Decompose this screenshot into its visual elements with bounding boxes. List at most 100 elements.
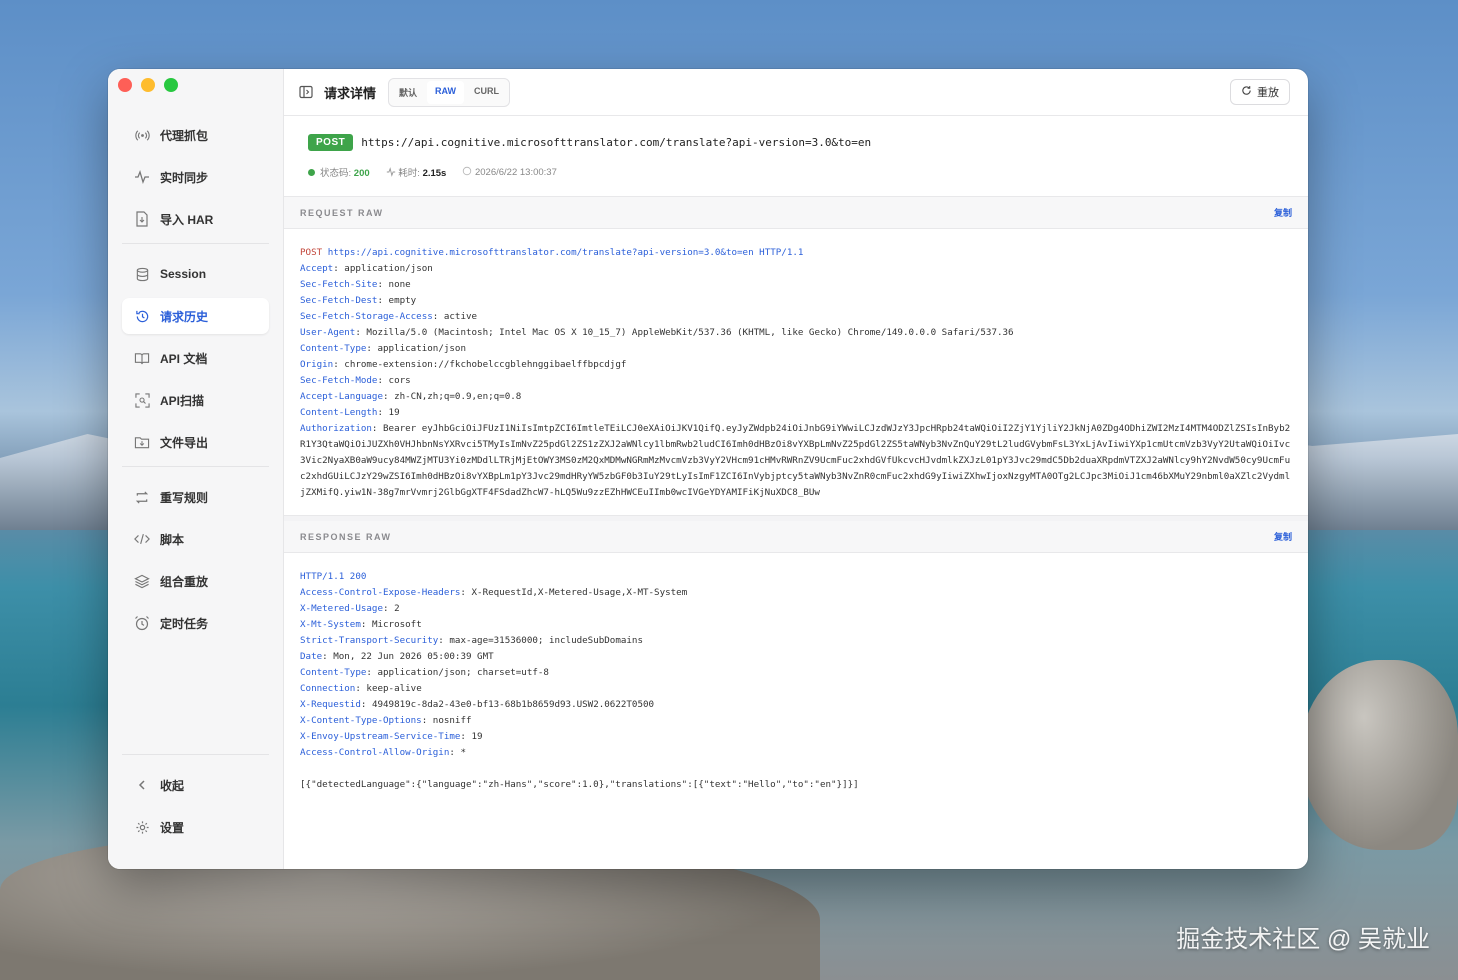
- raw-line: X-Mt-System: Microsoft: [300, 619, 422, 630]
- sidebar-item-3[interactable]: Session: [122, 256, 269, 292]
- view-mode-tabs: 默认 RAW CURL: [388, 77, 511, 107]
- raw-line: POST https://api.cognitive.microsofttran…: [300, 247, 804, 258]
- close-window-button[interactable]: [118, 78, 132, 92]
- sidebar-item-1[interactable]: 实时同步: [122, 159, 269, 195]
- page-title: 请求详情: [324, 85, 377, 101]
- raw-line: Access-Control-Expose-Headers: X-Request…: [300, 587, 688, 598]
- layers-icon: [134, 573, 150, 589]
- request-url: https://api.cognitive.microsofttranslato…: [361, 136, 872, 149]
- response-raw-header: RESPONSE RAW 复制: [284, 521, 1308, 553]
- status-dot-icon: [308, 169, 315, 176]
- raw-line: Strict-Transport-Security: max-age=31536…: [300, 635, 643, 646]
- response-raw-content: HTTP/1.1 200 Access-Control-Expose-Header…: [284, 553, 1308, 807]
- sidebar-item-10[interactable]: 组合重放: [122, 563, 269, 599]
- sidebar-item-label: 请求历史: [160, 309, 209, 324]
- raw-line: Authorization: Bearer eyJhbGciOiJFUzI1Ni…: [300, 423, 1291, 498]
- duration-info: 耗时: 2.15s: [386, 165, 447, 179]
- sidebar-item-11[interactable]: 定时任务: [122, 605, 269, 641]
- request-summary: POST https://api.cognitive.microsofttran…: [284, 116, 1308, 197]
- clock-icon: [463, 166, 472, 176]
- raw-line: Access-Control-Allow-Origin: *: [300, 747, 466, 758]
- sidebar-item-4[interactable]: 请求历史: [122, 298, 269, 334]
- refresh-icon: [1241, 85, 1252, 99]
- request-raw-header: REQUEST RAW 复制: [284, 197, 1308, 229]
- chevron-left-icon: [134, 777, 150, 793]
- request-raw-content: POST https://api.cognitive.microsofttran…: [284, 229, 1308, 515]
- raw-line: Sec-Fetch-Mode: cors: [300, 375, 411, 386]
- request-raw-title: REQUEST RAW: [300, 207, 384, 218]
- sidebar-item-0[interactable]: 代理抓包: [122, 117, 269, 153]
- app-window: 代理抓包实时同步导入 HAR Session 请求历史 API 文档 API扫描文件导出…: [108, 69, 1308, 869]
- sidebar-item-2[interactable]: 导入 HAR: [122, 201, 269, 237]
- raw-line: Sec-Fetch-Storage-Access: active: [300, 311, 478, 322]
- copy-request-button[interactable]: 复制: [1274, 206, 1292, 219]
- method-badge: POST: [308, 134, 354, 151]
- sidebar-item-label: 脚本: [160, 532, 185, 547]
- broadcast-icon: [134, 127, 150, 143]
- settings-button[interactable]: 设置: [122, 809, 269, 845]
- sidebar-item-label: 实时同步: [160, 170, 209, 185]
- copy-response-button[interactable]: 复制: [1274, 530, 1292, 543]
- book-icon: [134, 350, 150, 366]
- database-icon: [134, 266, 150, 282]
- watermark: 掘金技术社区 @ 吴就业: [1176, 926, 1430, 953]
- duration-value: 2.15s: [422, 168, 447, 179]
- settings-label: 设置: [160, 820, 185, 835]
- tab-curl[interactable]: CURL: [466, 81, 507, 104]
- raw-line: Origin: chrome-extension://fkchobelccgbl…: [300, 359, 627, 370]
- raw-line: Content-Length: 19: [300, 407, 400, 418]
- rewrite-icon: [134, 489, 150, 505]
- status-info: 状态码: 200: [308, 165, 370, 179]
- timestamp: 2026/6/22 13:00:37: [474, 167, 557, 178]
- tab-default[interactable]: 默认: [391, 81, 425, 104]
- zoom-window-button[interactable]: [164, 78, 178, 92]
- gear-icon: [134, 819, 150, 835]
- file-import-icon: [134, 211, 150, 227]
- sidebar-item-label: 重写规则: [160, 490, 209, 505]
- sidebar-footer: 收起 设置: [108, 748, 283, 851]
- response-raw-title: RESPONSE RAW: [300, 531, 392, 542]
- raw-line: User-Agent: Mozilla/5.0 (Macintosh; Inte…: [300, 327, 1014, 338]
- raw-line: Connection: keep-alive: [300, 683, 422, 694]
- raw-line: Content-Type: application/json; charset=…: [300, 667, 549, 678]
- code-icon: [134, 531, 150, 547]
- raw-line: HTTP/1.1 200: [300, 571, 367, 582]
- raw-line: Sec-Fetch-Dest: empty: [300, 295, 417, 306]
- toolbar: 请求详情 默认 RAW CURL 重放: [284, 69, 1308, 116]
- pulse-icon: [134, 169, 150, 185]
- raw-line: [{"detectedLanguage":{"language":"zh-Han…: [300, 779, 859, 790]
- status-code: 200: [353, 168, 370, 179]
- raw-line: X-Requestid: 4949819c-8da2-43e0-bf13-68b…: [300, 699, 655, 710]
- sidebar-item-8[interactable]: 重写规则: [122, 479, 269, 515]
- pulse-icon: [386, 167, 395, 177]
- replay-button[interactable]: 重放: [1230, 79, 1290, 105]
- sidebar-item-label: 文件导出: [160, 435, 209, 450]
- history-icon: [134, 308, 150, 324]
- sidebar: 代理抓包实时同步导入 HAR Session 请求历史 API 文档 API扫描文件导出…: [108, 69, 284, 869]
- raw-line: Sec-Fetch-Site: none: [300, 279, 411, 290]
- raw-line: X-Content-Type-Options: nosniff: [300, 715, 472, 726]
- sidebar-item-9[interactable]: 脚本: [122, 521, 269, 557]
- sidebar-item-7[interactable]: 文件导出: [122, 424, 269, 460]
- raw-line: Accept: application/json: [300, 263, 433, 274]
- raw-line: Date: Mon, 22 Jun 2026 05:00:39 GMT: [300, 651, 494, 662]
- minimize-window-button[interactable]: [141, 78, 155, 92]
- timestamp-info: 2026/6/22 13:00:37: [462, 166, 557, 178]
- sidebar-item-label: 代理抓包: [160, 128, 209, 143]
- raw-line: Accept-Language: zh-CN,zh;q=0.9,en;q=0.8: [300, 391, 522, 402]
- window-controls: [118, 78, 178, 92]
- raw-line: Content-Type: application/json: [300, 343, 466, 354]
- sidebar-item-6[interactable]: API扫描: [122, 382, 269, 418]
- alarm-icon: [134, 615, 150, 631]
- sidebar-item-5[interactable]: API 文档: [122, 340, 269, 376]
- sidebar-item-label: 定时任务: [160, 616, 209, 631]
- sidebar-toggle-icon[interactable]: [298, 84, 314, 100]
- main-panel: 请求详情 默认 RAW CURL 重放 POST https://api.cog…: [284, 69, 1308, 869]
- sidebar-item-label: 导入 HAR: [160, 212, 214, 227]
- collapse-sidebar-button[interactable]: 收起: [122, 767, 269, 803]
- replay-label: 重放: [1257, 87, 1279, 99]
- raw-line: X-Metered-Usage: 2: [300, 603, 400, 614]
- sidebar-nav: 代理抓包实时同步导入 HAR Session 请求历史 API 文档 API扫描文件导出…: [108, 117, 283, 647]
- scan-icon: [134, 392, 150, 408]
- tab-raw[interactable]: RAW: [427, 80, 465, 104]
